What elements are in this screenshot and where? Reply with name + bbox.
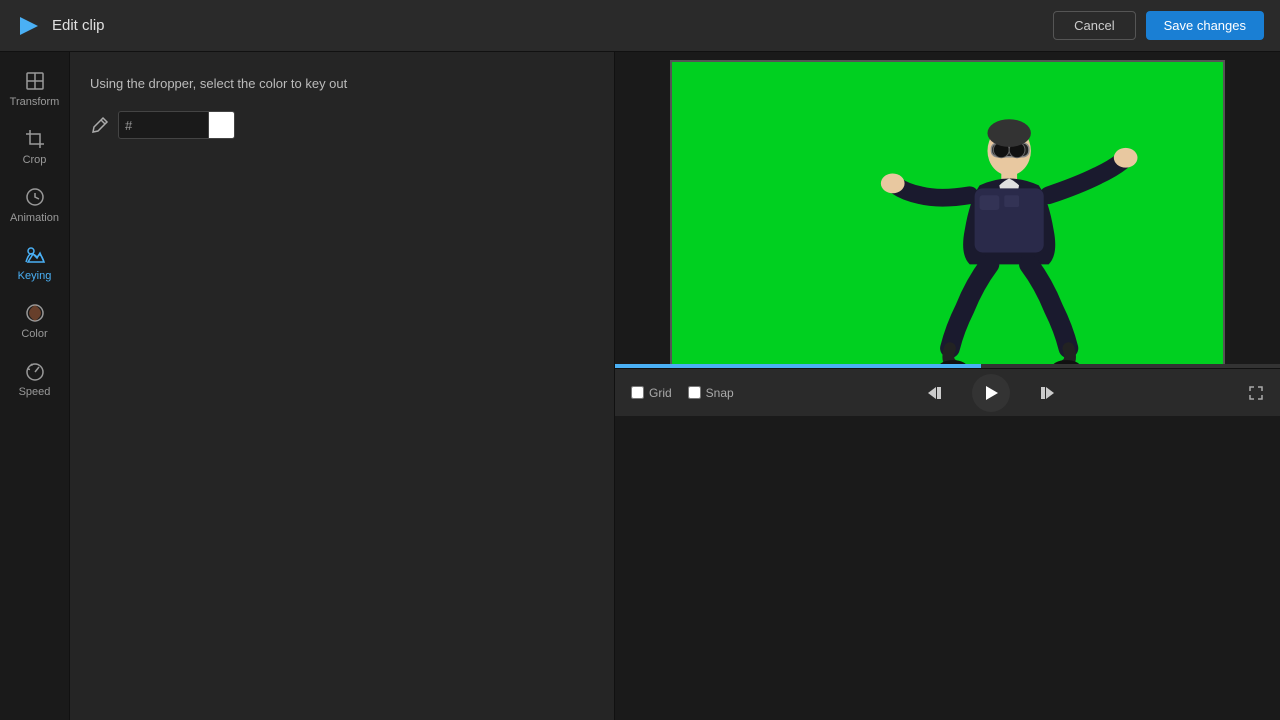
keying-icon (24, 244, 46, 266)
play-button[interactable] (972, 374, 1010, 412)
skip-back-button[interactable] (918, 376, 952, 410)
sidebar-label-speed: Speed (19, 386, 51, 398)
app-logo-icon (16, 13, 42, 39)
sidebar-item-animation[interactable]: Animation (0, 176, 69, 234)
color-hash-symbol: # (119, 114, 138, 137)
color-icon (24, 302, 46, 324)
sidebar-item-transform[interactable]: Transform (0, 60, 69, 118)
dropper-row: # (90, 111, 594, 139)
save-button[interactable]: Save changes (1146, 11, 1264, 40)
grid-label: Grid (649, 386, 672, 400)
skip-forward-button[interactable] (1030, 376, 1064, 410)
sidebar-label-animation: Animation (10, 212, 59, 224)
sidebar-item-keying[interactable]: Keying (0, 234, 69, 292)
sidebar-item-speed[interactable]: Speed (0, 350, 69, 408)
sidebar-label-keying: Keying (18, 270, 52, 282)
playback-controls (750, 374, 1232, 412)
color-hex-input[interactable] (138, 114, 208, 137)
sidebar-item-color[interactable]: Color (0, 292, 69, 350)
main-area: Transform Crop Animation (0, 52, 1280, 720)
preview-canvas (615, 52, 1280, 364)
snap-checkbox[interactable] (688, 386, 701, 399)
sidebar-label-transform: Transform (10, 96, 60, 108)
progress-fill (615, 364, 981, 368)
page-title: Edit clip (52, 17, 1053, 34)
content-panel: Using the dropper, select the color to k… (70, 52, 615, 720)
panel-instruction: Using the dropper, select the color to k… (90, 76, 594, 91)
green-screen-canvas (672, 62, 1223, 364)
color-input-wrapper: # (118, 111, 235, 139)
dropper-button[interactable] (90, 115, 110, 135)
video-frame (670, 60, 1225, 364)
crop-icon (24, 128, 46, 150)
bottom-area (615, 416, 1280, 720)
grid-checkbox-label[interactable]: Grid (631, 386, 672, 400)
figure-svg (672, 62, 1223, 364)
grid-checkbox[interactable] (631, 386, 644, 399)
snap-label: Snap (706, 386, 734, 400)
sidebar-item-crop[interactable]: Crop (0, 118, 69, 176)
topbar-actions: Cancel Save changes (1053, 11, 1264, 40)
topbar: Edit clip Cancel Save changes (0, 0, 1280, 52)
sidebar-label-crop: Crop (23, 154, 47, 166)
playback-bar: Grid Snap (615, 368, 1280, 416)
sidebar-label-color: Color (21, 328, 47, 340)
sidebar: Transform Crop Animation (0, 52, 70, 720)
color-swatch[interactable] (208, 112, 234, 138)
animation-icon (24, 186, 46, 208)
snap-checkbox-label[interactable]: Snap (688, 386, 734, 400)
preview-panel: Grid Snap (615, 52, 1280, 720)
progress-track[interactable] (615, 364, 1280, 368)
expand-button[interactable] (1248, 385, 1264, 401)
cancel-button[interactable]: Cancel (1053, 11, 1135, 40)
transform-icon (24, 70, 46, 92)
speed-icon (24, 360, 46, 382)
